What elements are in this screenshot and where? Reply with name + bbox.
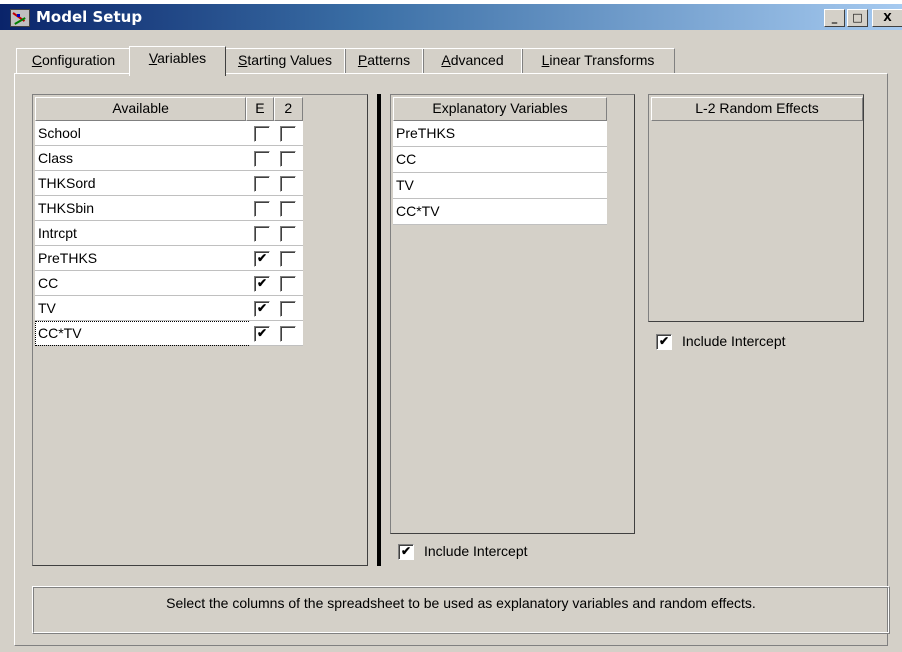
random-effects-grid: L-2 Random Effects — [651, 97, 863, 121]
explanatory-checkbox[interactable]: ✔ — [254, 301, 270, 317]
explanatory-checkbox[interactable]: ✔ — [254, 276, 270, 292]
available-row[interactable]: CC*TV ✔ — [35, 321, 303, 346]
explanatory-variable-item[interactable]: CC — [393, 147, 607, 173]
level2-checkbox[interactable] — [280, 326, 296, 342]
window-title: Model Setup — [36, 8, 143, 26]
title-bar[interactable]: Model Setup _ □ X — [0, 4, 902, 30]
random-effects-include-intercept-checkbox[interactable]: ✔ — [656, 334, 672, 350]
col-e-header[interactable]: E — [246, 97, 274, 121]
available-variable-name[interactable]: Class — [35, 146, 249, 171]
col-e-cell — [249, 221, 275, 246]
col-2-cell — [275, 171, 303, 196]
explanatory-include-intercept[interactable]: ✔ Include Intercept — [398, 543, 598, 563]
tab-linear-transforms[interactable]: Linear Transforms — [521, 48, 675, 74]
status-text: Select the columns of the spreadsheet to… — [33, 587, 889, 633]
level2-checkbox[interactable] — [280, 226, 296, 242]
col-e-cell: ✔ — [249, 321, 275, 346]
col-e-cell — [249, 196, 275, 221]
tab-variables[interactable]: Variables — [129, 46, 226, 76]
minimize-button[interactable]: _ — [824, 9, 845, 27]
available-row[interactable]: CC ✔ — [35, 271, 303, 296]
explanatory-variable-item[interactable]: CC*TV — [393, 199, 607, 225]
splitter-bar[interactable] — [377, 94, 381, 566]
available-variable-name[interactable]: School — [35, 121, 249, 146]
available-variable-name[interactable]: TV — [35, 296, 249, 321]
col-2-cell — [275, 271, 303, 296]
available-list[interactable]: Available E 2 School Class THKSord THKSbin I… — [32, 94, 368, 566]
available-row[interactable]: School — [35, 121, 303, 146]
explanatory-include-intercept-label: Include Intercept — [424, 543, 528, 559]
close-button[interactable]: X — [872, 9, 902, 27]
random-effects-include-intercept-label: Include Intercept — [682, 333, 786, 349]
col-2-cell — [275, 196, 303, 221]
col-2-cell — [275, 146, 303, 171]
tab-patterns[interactable]: Patterns — [344, 48, 424, 74]
col-2-cell — [275, 221, 303, 246]
available-row[interactable]: PreTHKS ✔ — [35, 246, 303, 271]
col-e-cell — [249, 171, 275, 196]
explanatory-include-intercept-checkbox[interactable]: ✔ — [398, 544, 414, 560]
col-e-cell: ✔ — [249, 271, 275, 296]
available-variable-name[interactable]: CC*TV — [35, 321, 249, 346]
explanatory-checkbox[interactable]: ✔ — [254, 326, 270, 342]
available-row[interactable]: Class — [35, 146, 303, 171]
available-row[interactable]: THKSord — [35, 171, 303, 196]
random-effects-list[interactable]: L-2 Random Effects — [648, 94, 864, 322]
maximize-button[interactable]: □ — [847, 9, 868, 27]
level2-checkbox[interactable] — [280, 251, 296, 267]
col-2-header[interactable]: 2 — [273, 97, 303, 121]
level2-checkbox[interactable] — [280, 126, 296, 142]
tab-advanced[interactable]: Advanced — [422, 48, 523, 74]
available-variable-name[interactable]: PreTHKS — [35, 246, 249, 271]
explanatory-grid: Explanatory Variables PreTHKS CC TV CC*TV — [393, 97, 607, 225]
col-e-cell — [249, 121, 275, 146]
col-2-cell — [275, 246, 303, 271]
app-icon — [10, 9, 30, 27]
explanatory-checkbox[interactable] — [254, 226, 270, 242]
explanatory-header[interactable]: Explanatory Variables — [393, 97, 607, 121]
available-variable-name[interactable]: THKSbin — [35, 196, 249, 221]
col-e-cell — [249, 146, 275, 171]
explanatory-checkbox[interactable] — [254, 151, 270, 167]
level2-checkbox[interactable] — [280, 301, 296, 317]
explanatory-variables-list[interactable]: Explanatory Variables PreTHKS CC TV CC*TV — [390, 94, 635, 534]
available-row[interactable]: TV ✔ — [35, 296, 303, 321]
random-effects-include-intercept[interactable]: ✔ Include Intercept — [656, 333, 856, 353]
available-variable-name[interactable]: THKSord — [35, 171, 249, 196]
col-e-cell: ✔ — [249, 246, 275, 271]
available-row[interactable]: Intrcpt — [35, 221, 303, 246]
available-row[interactable]: THKSbin — [35, 196, 303, 221]
explanatory-variable-item[interactable]: TV — [393, 173, 607, 199]
level2-checkbox[interactable] — [280, 176, 296, 192]
tab-starting-values[interactable]: Starting Values — [224, 48, 346, 74]
col-2-cell — [275, 121, 303, 146]
available-variable-name[interactable]: CC — [35, 271, 249, 296]
available-header[interactable]: Available — [35, 97, 247, 121]
explanatory-checkbox[interactable]: ✔ — [254, 251, 270, 267]
col-2-cell — [275, 296, 303, 321]
available-variable-name[interactable]: Intrcpt — [35, 221, 249, 246]
level2-checkbox[interactable] — [280, 201, 296, 217]
level2-checkbox[interactable] — [280, 151, 296, 167]
random-effects-header[interactable]: L-2 Random Effects — [651, 97, 863, 121]
col-2-cell — [275, 321, 303, 346]
tab-configuration[interactable]: Configuration — [16, 48, 131, 74]
explanatory-checkbox[interactable] — [254, 126, 270, 142]
explanatory-checkbox[interactable] — [254, 201, 270, 217]
col-e-cell: ✔ — [249, 296, 275, 321]
level2-checkbox[interactable] — [280, 276, 296, 292]
explanatory-variable-item[interactable]: PreTHKS — [393, 121, 607, 147]
explanatory-checkbox[interactable] — [254, 176, 270, 192]
available-grid: Available E 2 School Class THKSord THKSbin I… — [35, 97, 303, 346]
